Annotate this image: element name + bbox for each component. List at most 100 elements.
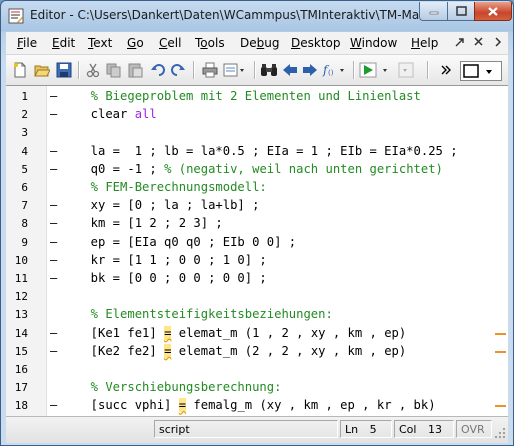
line-number: 14	[14, 326, 28, 340]
code-line[interactable]: 7 – xy = [0 ; la ; la+lb] ;	[6, 197, 496, 215]
executable-line-marker[interactable]: –	[50, 107, 57, 121]
undock-icon[interactable]	[454, 35, 466, 49]
line-number: 13	[14, 308, 28, 322]
save-icon	[56, 62, 72, 78]
cut-button[interactable]	[84, 61, 102, 79]
code-line[interactable]: 4 – la = 1 ; lb = la*0.5 ; EIa = 1 ; EIb …	[6, 143, 496, 161]
code-line[interactable]: 2 – clear all	[6, 106, 496, 124]
minimize-button[interactable]	[419, 2, 448, 21]
executable-line-marker[interactable]: –	[50, 144, 57, 158]
layout-button[interactable]	[460, 61, 502, 81]
code-token: [Ke1 fe1]	[76, 325, 165, 340]
print-icon	[202, 62, 218, 78]
paste-button[interactable]	[126, 61, 144, 79]
menu-text[interactable]: Text	[88, 36, 112, 50]
close-icon	[488, 6, 498, 16]
stop-dropdown-button[interactable]	[397, 61, 421, 79]
back-button[interactable]	[281, 61, 299, 79]
code-comment: % Biegeproblem mit 2 Elementen und Linie…	[76, 89, 421, 103]
window-title: Editor - C:\Users\Dankert\Daten\WCammpus…	[30, 8, 420, 22]
code-token: q0 = -1 ;	[76, 161, 165, 176]
close-button[interactable]	[474, 2, 512, 21]
toolbar-overflow-button[interactable]	[440, 61, 452, 79]
menu-bar: File Edit Text Go Cell Tools Debug Deskt…	[6, 32, 508, 54]
executable-line-marker[interactable]: –	[50, 344, 57, 358]
line-number: 6	[21, 181, 28, 194]
code-line[interactable]: 8 – km = [1 2 ; 2 3] ;	[6, 215, 496, 233]
menu-help[interactable]: Help	[411, 36, 438, 50]
title-bar[interactable]: Editor - C:\Users\Dankert\Daten\WCammpus…	[1, 1, 513, 31]
code-text: [succ vphi] = femalg_m (xy , km , ep , k…	[76, 398, 436, 413]
undo-icon	[151, 64, 165, 76]
executable-line-marker[interactable]: –	[50, 89, 57, 103]
line-number: 4	[21, 144, 28, 158]
maximize-button[interactable]	[447, 2, 475, 21]
code-line[interactable]: 1 – % Biegeproblem mit 2 Elementen und Li…	[6, 88, 496, 106]
status-bar: script Ln 5 Col 13 OVR	[6, 416, 508, 443]
layout-icon	[463, 64, 492, 78]
menu-window[interactable]: Window	[350, 36, 397, 50]
code-line[interactable]: 15 – [Ke2 fe2] = elemat_m (2 , 2 , xy , k…	[6, 343, 506, 361]
toolbar: f()	[6, 54, 508, 86]
forward-button[interactable]	[301, 61, 319, 79]
code-line[interactable]: 11 – bk = [0 0 ; 0 0 ; 0 0] ;	[6, 270, 496, 288]
editor-app-icon	[8, 8, 24, 24]
code-line[interactable]: 17 % Verschiebungsberechnung:	[6, 379, 496, 397]
find-button[interactable]	[260, 61, 278, 79]
code-comment: % FEM-Berechnungsmodell:	[76, 180, 267, 194]
code-line[interactable]: 5 – q0 = -1 ; % (negativ, weil nach unten…	[6, 161, 496, 179]
menu-file[interactable]: File	[17, 36, 37, 50]
undo-button[interactable]	[149, 61, 167, 79]
code-token: [succ vphi]	[76, 398, 179, 413]
code-line[interactable]: 16	[6, 361, 496, 379]
warning-marker[interactable]	[495, 332, 506, 335]
menu-edit[interactable]: Edit	[52, 36, 75, 50]
menu-debug[interactable]: Debug	[240, 36, 279, 50]
copy-button[interactable]	[105, 61, 123, 79]
code-text: q0 = -1 ; % (negativ, weil nach unten ge…	[76, 162, 443, 176]
code-comment: % (negativ, weil nach unten gerichtet)	[164, 161, 443, 176]
new-file-icon	[14, 62, 26, 78]
warning-marker[interactable]	[495, 350, 506, 353]
open-button[interactable]	[33, 61, 51, 79]
print-button[interactable]	[201, 61, 219, 79]
save-button[interactable]	[55, 61, 73, 79]
menu-cell[interactable]: Cell	[159, 36, 181, 50]
executable-line-marker[interactable]: –	[50, 398, 57, 412]
menu-go[interactable]: Go	[127, 36, 144, 50]
run-button[interactable]	[359, 61, 393, 79]
print-preview-button[interactable]	[223, 61, 247, 79]
function-button[interactable]: f()	[322, 61, 348, 79]
line-number: 1	[21, 90, 28, 103]
executable-line-marker[interactable]: –	[50, 271, 57, 285]
executable-line-marker[interactable]: –	[50, 198, 57, 212]
code-line[interactable]: 14 – [Ke1 fe1] = elemat_m (1 , 2 , xy , k…	[6, 325, 506, 343]
executable-line-marker[interactable]: –	[50, 235, 57, 249]
code-editor[interactable]: 1 – % Biegeproblem mit 2 Elementen und Li…	[6, 85, 508, 416]
code-text: [Ke1 fe1] = elemat_m (1 , 2 , xy , km , …	[76, 325, 406, 340]
redo-button[interactable]	[169, 61, 187, 79]
menu-tools[interactable]: Tools	[195, 36, 225, 50]
resize-grip-icon[interactable]	[494, 427, 506, 439]
executable-line-marker[interactable]: –	[50, 216, 57, 230]
warning-marker[interactable]	[495, 405, 506, 408]
executable-line-marker[interactable]: –	[50, 326, 57, 340]
open-folder-icon	[34, 65, 50, 77]
redo-icon	[171, 64, 185, 76]
minimize-icon	[429, 11, 438, 15]
code-line[interactable]: 3	[6, 124, 496, 142]
menu-chevron-icon[interactable]	[492, 35, 504, 49]
menu-desktop[interactable]: Desktop	[291, 36, 341, 50]
code-line[interactable]: 12	[6, 288, 496, 306]
code-line[interactable]: 6 % FEM-Berechnungsmodell:	[6, 179, 496, 197]
status-column: Col 13	[394, 420, 454, 438]
new-file-button[interactable]	[11, 61, 29, 79]
code-line[interactable]: 9 – ep = [EIa q0 q0 ; EIb 0 0] ;	[6, 234, 496, 252]
editor-close-icon[interactable]	[473, 35, 485, 49]
code-line[interactable]: 18 – [succ vphi] = femalg_m (xy , km , ep…	[6, 397, 506, 415]
code-line[interactable]: 10 – kr = [1 1 ; 0 0 ; 1 0] ;	[6, 252, 496, 270]
code-line[interactable]: 13 % Elementsteifigkeitsbeziehungen:	[6, 306, 496, 324]
executable-line-marker[interactable]: –	[50, 253, 57, 267]
code-comment: % Verschiebungsberechnung:	[76, 380, 282, 395]
executable-line-marker[interactable]: –	[50, 162, 57, 176]
